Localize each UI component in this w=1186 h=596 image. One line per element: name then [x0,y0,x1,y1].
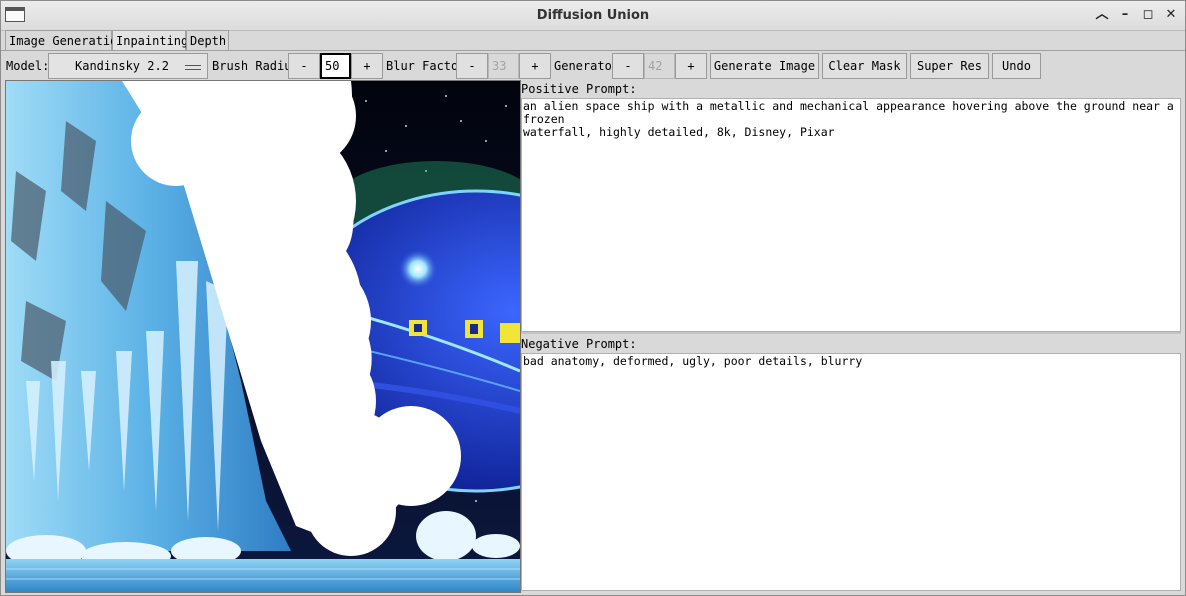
generator-decrement[interactable]: - [612,53,644,79]
positive-prompt-label: Positive Prompt: [521,80,1181,98]
generator-increment[interactable]: + [675,53,707,79]
brush-radius-input[interactable]: 50 [320,53,351,79]
model-select-value: Kandinsky 2.2 [75,59,169,73]
negative-prompt-label: Negative Prompt: [521,335,1181,353]
window-title: Diffusion Union [536,8,650,23]
chevron-up-icon[interactable]: ︿ [1094,7,1110,23]
prompt-divider [521,332,1181,334]
negative-prompt-input[interactable]: bad anatomy, deformed, ugly, poor detail… [521,353,1181,591]
positive-prompt-input[interactable]: an alien space ship with a metallic and … [521,98,1181,332]
tab-inpainting[interactable]: Inpainting [112,30,188,51]
title-bar: Diffusion Union ︿ – ◻ ✕ [1,1,1185,31]
tab-divider [1,50,1185,51]
maximize-icon[interactable]: ◻ [1140,7,1156,23]
canvas-image [6,81,520,592]
generate-image-button[interactable]: Generate Image [710,53,819,79]
app-window: Diffusion Union ︿ – ◻ ✕ Image Generation… [0,0,1186,596]
blur-factor-input[interactable]: 33 [488,53,519,79]
brush-radius-increment[interactable]: + [351,53,383,79]
inpainting-canvas[interactable] [5,80,521,593]
blur-factor-decrement[interactable]: - [456,53,488,79]
tab-image-generation[interactable]: Image Generation [5,30,125,50]
close-icon[interactable]: ✕ [1163,7,1179,23]
model-select[interactable]: Kandinsky 2.2 [48,53,208,79]
brush-radius-decrement[interactable]: - [288,53,320,79]
generator-label: Generator [554,59,620,73]
toolbar: Model: Kandinsky 2.2 Brush Radius - 50 +… [1,52,1185,80]
clear-mask-button[interactable]: Clear Mask [822,53,907,79]
model-label: Model: [6,59,50,73]
generator-input[interactable]: 42 [644,53,675,79]
undo-button[interactable]: Undo [992,53,1041,79]
minimize-icon[interactable]: – [1117,7,1133,23]
blur-factor-label: Blur Factor [386,59,466,73]
dropdown-grip-icon [185,65,201,70]
super-res-button[interactable]: Super Res [910,53,989,79]
brush-radius-label: Brush Radius [212,59,299,73]
blur-factor-increment[interactable]: + [519,53,551,79]
tab-depth[interactable]: Depth [186,30,229,50]
